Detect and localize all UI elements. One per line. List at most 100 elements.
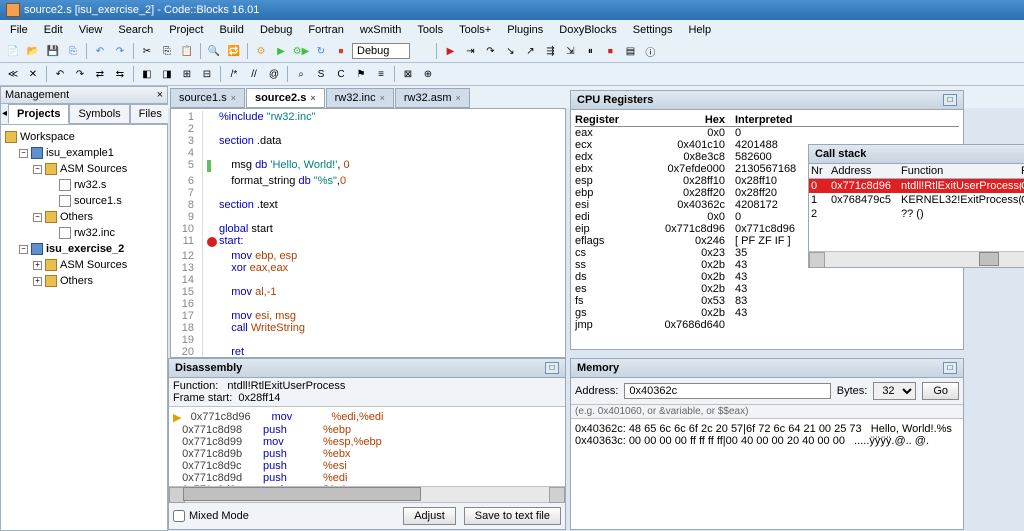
tree-group-others-2[interactable]: +Others: [33, 273, 163, 289]
close-icon[interactable]: ×: [380, 93, 385, 103]
saveall-icon[interactable]: ⎘: [64, 42, 82, 60]
adjust-button[interactable]: Adjust: [403, 507, 456, 525]
find-icon[interactable]: 🔍: [205, 42, 223, 60]
menu-file[interactable]: File: [4, 22, 34, 38]
debug-runtocursor-icon[interactable]: ⇥: [461, 42, 479, 60]
menu-toolsplus[interactable]: Tools+: [453, 22, 497, 38]
t2-b-icon[interactable]: ✕: [24, 65, 42, 83]
mixed-mode-checkbox[interactable]: Mixed Mode: [173, 510, 249, 522]
tree-group-asm-1[interactable]: −ASM Sources: [33, 161, 163, 177]
t2-s-icon[interactable]: ⊠: [399, 65, 417, 83]
t2-h-icon[interactable]: ◨: [158, 65, 176, 83]
tree-file-rw32inc[interactable]: rw32.inc: [47, 225, 163, 241]
copy-icon[interactable]: ⎘: [158, 42, 176, 60]
t2-n-icon[interactable]: ⌕: [292, 65, 310, 83]
tree-file-source1s[interactable]: source1.s: [47, 193, 163, 209]
memory-go-button[interactable]: Go: [922, 382, 959, 400]
tree-group-asm-2[interactable]: +ASM Sources: [33, 257, 163, 273]
save-to-text-button[interactable]: Save to text file: [464, 507, 561, 525]
rebuild-icon[interactable]: ↻: [312, 42, 330, 60]
t2-p-icon[interactable]: C: [332, 65, 350, 83]
build-icon[interactable]: ⚙: [252, 42, 270, 60]
run-icon[interactable]: ▶: [272, 42, 290, 60]
menu-fortran[interactable]: Fortran: [302, 22, 349, 38]
t2-m-icon[interactable]: @: [265, 65, 283, 83]
replace-icon[interactable]: 🔁: [225, 42, 243, 60]
cut-icon[interactable]: ✂: [138, 42, 156, 60]
t2-i-icon[interactable]: ⊞: [178, 65, 196, 83]
disasm-scrollbar[interactable]: [169, 486, 565, 502]
panel-gear-icon[interactable]: □: [943, 362, 957, 374]
t2-o-icon[interactable]: S: [312, 65, 330, 83]
debug-info-icon[interactable]: ⓘ: [641, 42, 659, 60]
t2-k-icon[interactable]: /*: [225, 65, 243, 83]
stop-icon[interactable]: ⏹: [332, 42, 350, 60]
buildrun-icon[interactable]: ⚙▶: [292, 42, 310, 60]
menu-wxsmith[interactable]: wxSmith: [354, 22, 408, 38]
t2-f-icon[interactable]: ⇆: [111, 65, 129, 83]
t2-j-icon[interactable]: ⊟: [198, 65, 216, 83]
new-icon[interactable]: 📄: [4, 42, 22, 60]
debug-next-icon[interactable]: ↷: [481, 42, 499, 60]
tab-left-icon[interactable]: ◂: [1, 104, 8, 122]
management-close-icon[interactable]: ×: [157, 89, 163, 101]
t2-g-icon[interactable]: ◧: [138, 65, 156, 83]
t2-t-icon[interactable]: ⊕: [419, 65, 437, 83]
open-icon[interactable]: 📂: [24, 42, 42, 60]
config-select[interactable]: Debug: [352, 43, 410, 59]
close-icon[interactable]: ×: [456, 93, 461, 103]
debug-windows-icon[interactable]: ▤: [621, 42, 639, 60]
debug-stepout-icon[interactable]: ↗: [521, 42, 539, 60]
paste-icon[interactable]: 📋: [178, 42, 196, 60]
t2-r-icon[interactable]: ≡: [372, 65, 390, 83]
save-icon[interactable]: 💾: [44, 42, 62, 60]
edtab-rw32inc[interactable]: rw32.inc×: [326, 88, 394, 108]
redo-icon[interactable]: ↷: [111, 42, 129, 60]
debug-stop-icon[interactable]: ⏹: [601, 42, 619, 60]
edtab-rw32asm[interactable]: rw32.asm×: [395, 88, 470, 108]
t2-a-icon[interactable]: ≪: [4, 65, 22, 83]
t2-q-icon[interactable]: ⚑: [352, 65, 370, 83]
menu-view[interactable]: View: [73, 22, 109, 38]
debug-nextinstr-icon[interactable]: ⇶: [541, 42, 559, 60]
menu-search[interactable]: Search: [112, 22, 159, 38]
tab-symbols[interactable]: Symbols: [69, 104, 129, 124]
tab-files[interactable]: Files: [130, 104, 171, 124]
undo-icon[interactable]: ↶: [91, 42, 109, 60]
code-editor[interactable]: 1%include "rw32.inc"23section .data45 ms…: [170, 108, 566, 358]
edtab-source2[interactable]: source2.s×: [246, 88, 325, 108]
menu-settings[interactable]: Settings: [627, 22, 679, 38]
tree-group-others-1[interactable]: −Others: [33, 209, 163, 225]
close-icon[interactable]: ×: [310, 93, 315, 103]
t2-e-icon[interactable]: ⇄: [91, 65, 109, 83]
t2-c-icon[interactable]: ↶: [51, 65, 69, 83]
panel-gear-icon[interactable]: □: [545, 362, 559, 374]
callstack-scrollbar[interactable]: [809, 251, 1024, 267]
tree-project-2[interactable]: −isu_exercise_2: [19, 241, 163, 257]
menu-debug[interactable]: Debug: [254, 22, 298, 38]
menu-doxyblocks[interactable]: DoxyBlocks: [553, 22, 622, 38]
menu-project[interactable]: Project: [163, 22, 209, 38]
panel-gear-icon[interactable]: □: [943, 94, 957, 106]
t2-d-icon[interactable]: ↷: [71, 65, 89, 83]
debug-break-icon[interactable]: ⏸: [581, 42, 599, 60]
memory-addr-input[interactable]: [624, 383, 830, 399]
menu-plugins[interactable]: Plugins: [501, 22, 549, 38]
tree-workspace[interactable]: Workspace: [5, 129, 163, 145]
cpu-registers-title: CPU Registers: [577, 94, 653, 106]
debug-stepinstr-icon[interactable]: ⇲: [561, 42, 579, 60]
debug-run-icon[interactable]: ▶: [441, 42, 459, 60]
menu-help[interactable]: Help: [682, 22, 717, 38]
memory-bytes-select[interactable]: 32: [873, 382, 916, 400]
menu-tools[interactable]: Tools: [411, 22, 449, 38]
t2-l-icon[interactable]: //: [245, 65, 263, 83]
menu-build[interactable]: Build: [213, 22, 249, 38]
disasm-frame-label: Frame start:: [173, 392, 232, 404]
tree-project-1[interactable]: −isu_example1: [19, 145, 163, 161]
close-icon[interactable]: ×: [231, 93, 236, 103]
tab-projects[interactable]: Projects: [8, 104, 69, 124]
debug-step-icon[interactable]: ↘: [501, 42, 519, 60]
edtab-source1[interactable]: source1.s×: [170, 88, 245, 108]
tree-file-rw32s[interactable]: rw32.s: [47, 177, 163, 193]
menu-edit[interactable]: Edit: [38, 22, 69, 38]
